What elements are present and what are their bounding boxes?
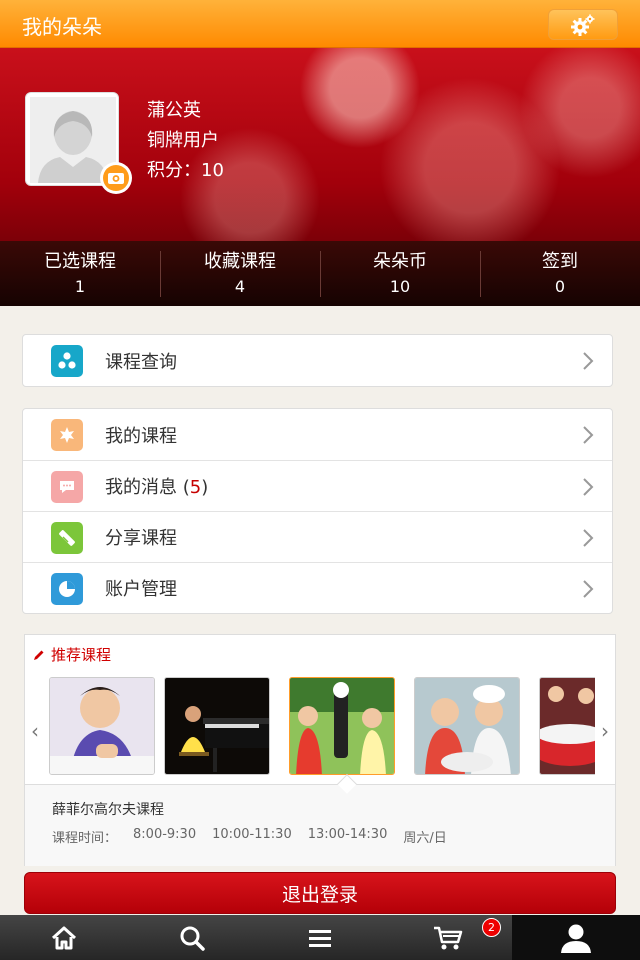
search-icon (180, 926, 205, 951)
messages-label: 我的消息 ( (105, 477, 190, 498)
course-thumbnail-selected[interactable] (289, 677, 395, 775)
menu-item-label: 我的消息 (5) (105, 473, 208, 499)
pencil-icon (34, 650, 44, 660)
camera-icon (108, 173, 124, 184)
menu-item-label: 分享课程 (105, 528, 177, 549)
stat-coins[interactable]: 朵朵币 10 (320, 241, 480, 306)
stat-label: 签到 (542, 251, 578, 272)
home-icon (51, 926, 77, 949)
stat-label: 已选课程 (44, 251, 116, 272)
menu-item-label: 课程查询 (105, 351, 177, 373)
course-carousel (49, 677, 595, 777)
user-name: 蒲公英 (147, 100, 201, 121)
course-time-slot: 10:00-11:30 (212, 827, 292, 842)
menu-item-share[interactable]: 分享课程 (23, 511, 612, 562)
change-avatar-button[interactable] (100, 162, 132, 194)
drums-image (540, 678, 595, 774)
chevron-right-icon (583, 352, 594, 370)
bottom-tab-bar (0, 915, 640, 960)
stat-value: 4 (234, 277, 246, 296)
child-drawing-image (50, 678, 154, 774)
tab-home[interactable] (0, 915, 128, 960)
piano-image (165, 678, 269, 774)
chevron-right-icon (583, 580, 594, 598)
user-points: 积分：10 (147, 160, 224, 181)
tab-menu[interactable] (256, 915, 384, 960)
course-time-label: 课程时间： (52, 831, 118, 846)
carousel-prev-button[interactable]: ‹ (31, 719, 39, 743)
menu-item-account[interactable]: 账户管理 (23, 562, 612, 613)
recommend-header: 推荐课程 (33, 644, 111, 665)
stat-value: 1 (74, 277, 86, 296)
menu-item-label: 我的课程 (105, 425, 177, 447)
cart-icon (434, 926, 463, 949)
course-name: 薛菲尔高尔夫课程 (52, 802, 164, 818)
stat-value: 10 (389, 277, 411, 296)
menu-item-course-search[interactable]: 课程查询 (23, 335, 612, 386)
profile-banner: 蒲公英 铜牌用户 积分：10 (0, 48, 640, 241)
tab-search[interactable] (128, 915, 256, 960)
gear-icon (571, 14, 595, 36)
golf-kids-image (290, 678, 394, 774)
stat-selected-courses[interactable]: 已选课程 1 (0, 241, 160, 306)
course-time: 课程时间： 8:00-9:30 10:00-11:30 13:00-14:30 … (52, 827, 447, 846)
menu-item-my-courses[interactable]: 我的课程 (23, 409, 612, 460)
course-detail: 薛菲尔高尔夫课程 课程时间： 8:00-9:30 10:00-11:30 13:… (25, 785, 615, 866)
my-courses-icon (51, 419, 83, 451)
course-search-icon (51, 345, 83, 377)
recommend-title: 推荐课程 (51, 646, 112, 664)
share-icon (51, 522, 83, 554)
stat-label: 朵朵币 (373, 251, 427, 272)
course-time-slot: 13:00-14:30 (307, 827, 388, 842)
recommended-courses: 推荐课程 ‹ › 薛菲尔高尔夫课程 课程时间： 8:00-9:30 10:00-… (24, 634, 616, 866)
messages-icon (51, 471, 83, 503)
stat-label: 收藏课程 (204, 251, 276, 272)
menu-group-search: 课程查询 (22, 334, 613, 387)
stat-value: 0 (554, 277, 566, 296)
course-time-slot: 8:00-9:30 (133, 827, 197, 842)
chevron-right-icon (583, 478, 594, 496)
course-thumbnail[interactable] (414, 677, 520, 775)
chevron-right-icon (583, 426, 594, 444)
user-icon (561, 924, 591, 953)
menu-icon (309, 929, 331, 947)
unread-count: 5 (189, 477, 202, 498)
account-icon (51, 573, 83, 605)
messages-label-suffix: ) (201, 477, 209, 498)
cooking-kids-image (415, 678, 519, 774)
course-thumbnail[interactable] (49, 677, 155, 775)
course-thumbnail[interactable] (164, 677, 270, 775)
cart-count-badge: 2 (482, 918, 501, 937)
course-days: 周六/日 (403, 831, 447, 846)
carousel-next-button[interactable]: › (601, 719, 609, 743)
top-bar: 我的朵朵 (0, 0, 640, 48)
stat-checkin[interactable]: 签到 0 (480, 241, 640, 306)
page-title: 我的朵朵 (22, 15, 102, 39)
chevron-right-icon (583, 529, 594, 547)
user-info: 蒲公英 铜牌用户 积分：10 (147, 96, 224, 186)
settings-button[interactable] (548, 9, 618, 40)
logout-button[interactable]: 退出登录 (24, 872, 616, 914)
menu-item-label: 账户管理 (105, 579, 177, 600)
course-thumbnail[interactable] (539, 677, 595, 775)
stats-strip: 已选课程 1 收藏课程 4 朵朵币 10 签到 0 (0, 241, 640, 306)
user-level: 铜牌用户 (147, 130, 219, 151)
menu-group-main: 我的课程 我的消息 (5) 分享课程 账户管理 (22, 408, 613, 614)
tab-profile[interactable] (512, 915, 640, 960)
stat-favorite-courses[interactable]: 收藏课程 4 (160, 241, 320, 306)
menu-item-messages[interactable]: 我的消息 (5) (23, 460, 612, 511)
